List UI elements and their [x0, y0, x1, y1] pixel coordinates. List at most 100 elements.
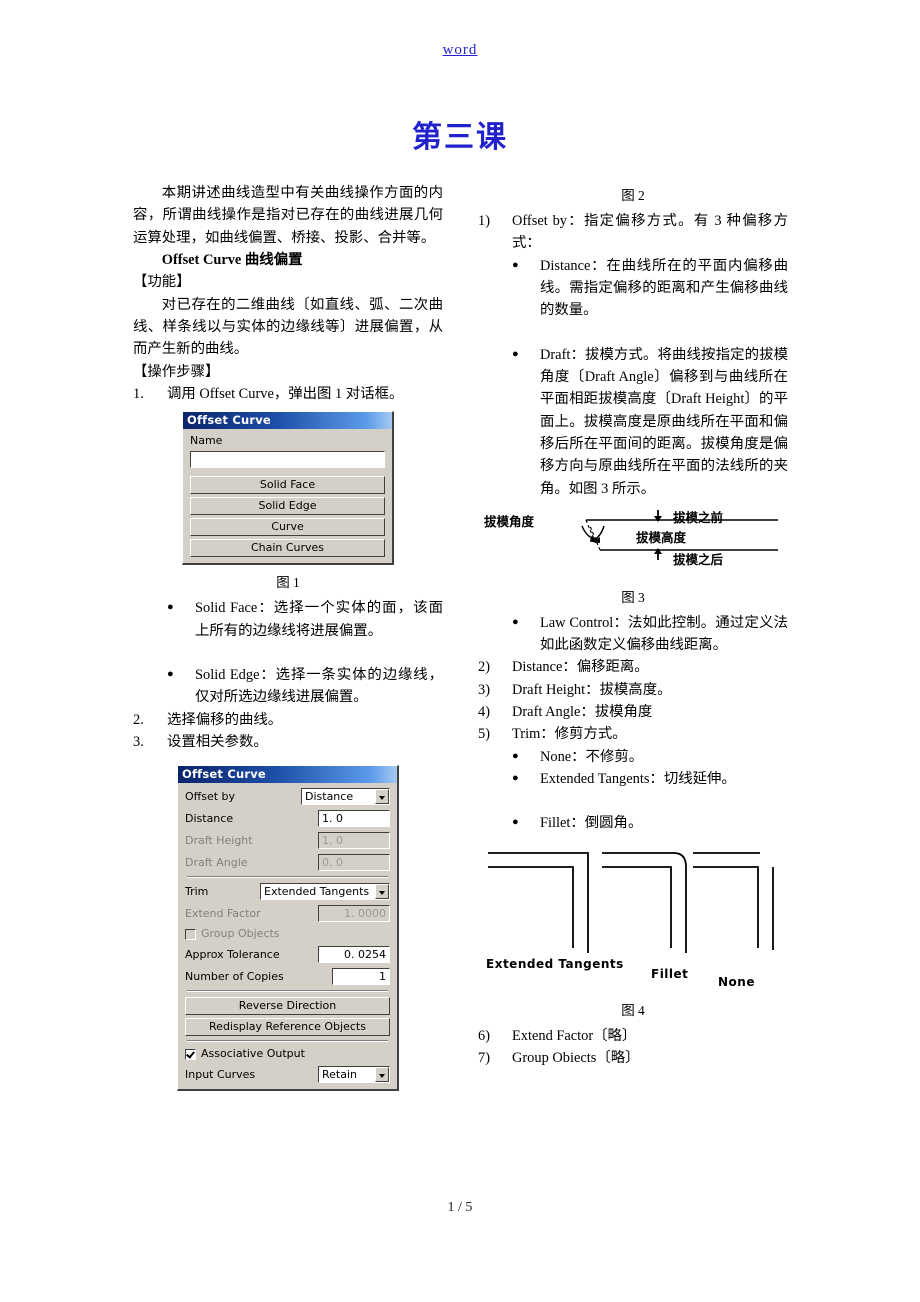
extend-factor-row: Extend Factor 1. 0000 [185, 905, 390, 923]
step-text: 调用 Offset Curve，弹出图 1 对话框。 [167, 385, 404, 402]
number-of-copies-label: Number of Copies [185, 969, 284, 983]
item-number: 6) [478, 1027, 490, 1044]
divider [187, 876, 388, 879]
item-text: Draft Height：拔模高度。 [512, 681, 672, 698]
item-text: Extend Factor〔略〕 [512, 1027, 637, 1044]
function-paragraph: 对已存在的二维曲线〔如直线、弧、二次曲线、样条线以与实体的边缘线等〕进展偏置，从… [133, 296, 443, 358]
draft-angle-row: Draft Angle 0. 0 [185, 854, 390, 872]
left-column: 本期讲述曲线造型中有关曲线操作方面的内容，所谓曲线操作是指对已存在的曲线进展几何… [133, 182, 443, 1092]
group-objects-label: Group Objects [201, 927, 280, 941]
solid-edge-button[interactable]: Solid Edge [190, 497, 385, 516]
divider [187, 990, 388, 993]
steps-label: 【操作步骤】 [133, 363, 220, 380]
trim-label: Trim [185, 884, 209, 898]
page-title: 第三课 [412, 121, 508, 154]
param-item-6: 6) Extend Factor〔略〕 [478, 1025, 788, 1047]
associative-output-checkbox[interactable] [185, 1048, 196, 1060]
draft-height-row: Draft Height 1. 0 [185, 832, 390, 850]
step-number: 3. [133, 733, 144, 750]
step-item-3: 3. 设置相关参数。 [133, 731, 443, 753]
divider [187, 1040, 388, 1043]
bullet-glyph-icon: ● [512, 816, 519, 829]
law-control-bullet: ● Law Control：法如此控制。通过定义法如此函数定义偏移曲线距离。 [478, 612, 788, 657]
reverse-direction-button[interactable]: Reverse Direction [185, 997, 390, 1016]
offset-curve-dialog-1[interactable]: Offset Curve Name Solid Face Solid Edge … [182, 411, 394, 566]
draft-bullet: ● Draft：拔模方式。将曲线按指定的拔模角度〔Draft Angle〕偏移到… [478, 344, 788, 500]
redisplay-reference-objects-button[interactable]: Redisplay Reference Objects [185, 1018, 390, 1037]
param-item-7: 7) Group Obiects〔略〕 [478, 1047, 788, 1069]
solid-face-button[interactable]: Solid Face [190, 476, 385, 495]
associative-output-row[interactable]: Associative Output [185, 1047, 390, 1061]
item-number: 5) [478, 726, 490, 743]
distance-row: Distance 1. 0 [185, 810, 390, 828]
chevron-down-icon[interactable] [375, 1067, 389, 1083]
item-number: 3) [478, 681, 490, 698]
extend-factor-input: 1. 0000 [318, 905, 390, 923]
number-of-copies-input[interactable]: 1 [332, 968, 390, 986]
solid-face-bullet: ● Solid Face：选择一个实体的面，该面上所有的边缘线将进展偏置。 [133, 597, 443, 642]
bullet-glyph-icon: ● [167, 667, 174, 680]
trim-select[interactable]: Extended Tangents [260, 883, 390, 901]
chain-curves-button[interactable]: Chain Curves [190, 539, 385, 558]
page-header: word [0, 42, 920, 59]
fig4-extended-tangents-label: Extended Tangents [486, 956, 624, 971]
item-text: Trim：修剪方式。 [512, 726, 627, 743]
fig4-none-label: None [718, 974, 755, 989]
input-curves-row: Input Curves Retain [185, 1066, 390, 1084]
extended-tangents-description: Extended Tangents：切线延伸。 [540, 771, 736, 788]
distance-description: Distance：在曲线所在的平面内偏移曲线。需指定偏移的距离和产生偏移曲线的数… [540, 257, 788, 319]
offset-curve-dialog-2[interactable]: Offset Curve Offset by Distance Distance… [177, 765, 399, 1092]
step-number: 1. [133, 385, 144, 402]
figure-4-caption: 图 4 [621, 1002, 645, 1018]
bullet-glyph-icon: ● [512, 772, 519, 785]
none-description: None：不修剪。 [540, 748, 644, 765]
distance-input[interactable]: 1. 0 [318, 810, 390, 828]
figure-1-caption: 图 1 [276, 575, 300, 591]
fig3-draft-angle-label: 拔模角度 [484, 513, 535, 529]
item-text: Distance：偏移距离。 [512, 659, 649, 676]
input-curves-value: Retain [322, 1068, 357, 1082]
fig3-draft-height-label: 拔模高度 [636, 529, 687, 545]
trim-row: Trim Extended Tangents [185, 883, 390, 901]
distance-bullet: ● Distance：在曲线所在的平面内偏移曲线。需指定偏移的距离和产生偏移曲线… [478, 255, 788, 322]
item-text: Draft Angle：拔模角度 [512, 704, 653, 721]
bullet-glyph-icon: ● [512, 749, 519, 762]
chevron-down-icon[interactable] [375, 884, 389, 900]
item-text: Offset by：指定偏移方式。有 3 种偏移方式： [512, 212, 788, 252]
draft-angle-label: Draft Angle [185, 855, 248, 869]
step-item-2: 2. 选择偏移的曲线。 [133, 709, 443, 731]
approx-tolerance-input[interactable]: 0. 0254 [318, 946, 390, 964]
step-text: 设置相关参数。 [167, 733, 268, 750]
item-number: 1) [478, 212, 490, 229]
bullet-glyph-icon: ● [512, 258, 519, 271]
step-text: 选择偏移的曲线。 [167, 711, 283, 728]
distance-label: Distance [185, 811, 234, 825]
curve-button[interactable]: Curve [190, 518, 385, 537]
figure-4: Extended Tangents Fillet None [478, 845, 788, 997]
chevron-down-icon[interactable] [375, 789, 389, 805]
draft-height-label: Draft Height [185, 833, 253, 847]
offset-by-label: Offset by [185, 789, 236, 803]
fillet-description: Fillet：倒圆角。 [540, 815, 643, 832]
group-objects-row: Group Objects [185, 927, 390, 941]
input-curves-select[interactable]: Retain [318, 1066, 390, 1084]
page-footer: 1 / 5 [0, 1200, 920, 1216]
approx-tolerance-row: Approx Tolerance 0. 0254 [185, 946, 390, 964]
figure-3: 拔模角度 拔模之前 拔模高度 拔模之后 [478, 504, 788, 584]
function-label: 【功能】 [133, 274, 191, 291]
name-input[interactable] [190, 451, 385, 469]
param-item-2: 2) Distance：偏移距离。 [478, 656, 788, 678]
offset-by-select[interactable]: Distance [301, 788, 390, 806]
trim-value: Extended Tangents [264, 885, 370, 899]
section-heading: Offset Curve 曲线偏置 [161, 251, 303, 268]
extended-tangents-bullet: ● Extended Tangents：切线延伸。 [478, 768, 788, 790]
step-number: 2. [133, 711, 144, 728]
draft-height-input: 1. 0 [318, 832, 390, 850]
param-item-3: 3) Draft Height：拔模高度。 [478, 679, 788, 701]
name-label: Name [190, 434, 223, 448]
solid-face-text: Solid Face：选择一个实体的面，该面上所有的边缘线将进展偏置。 [195, 600, 443, 639]
header-link[interactable]: word [443, 42, 478, 58]
